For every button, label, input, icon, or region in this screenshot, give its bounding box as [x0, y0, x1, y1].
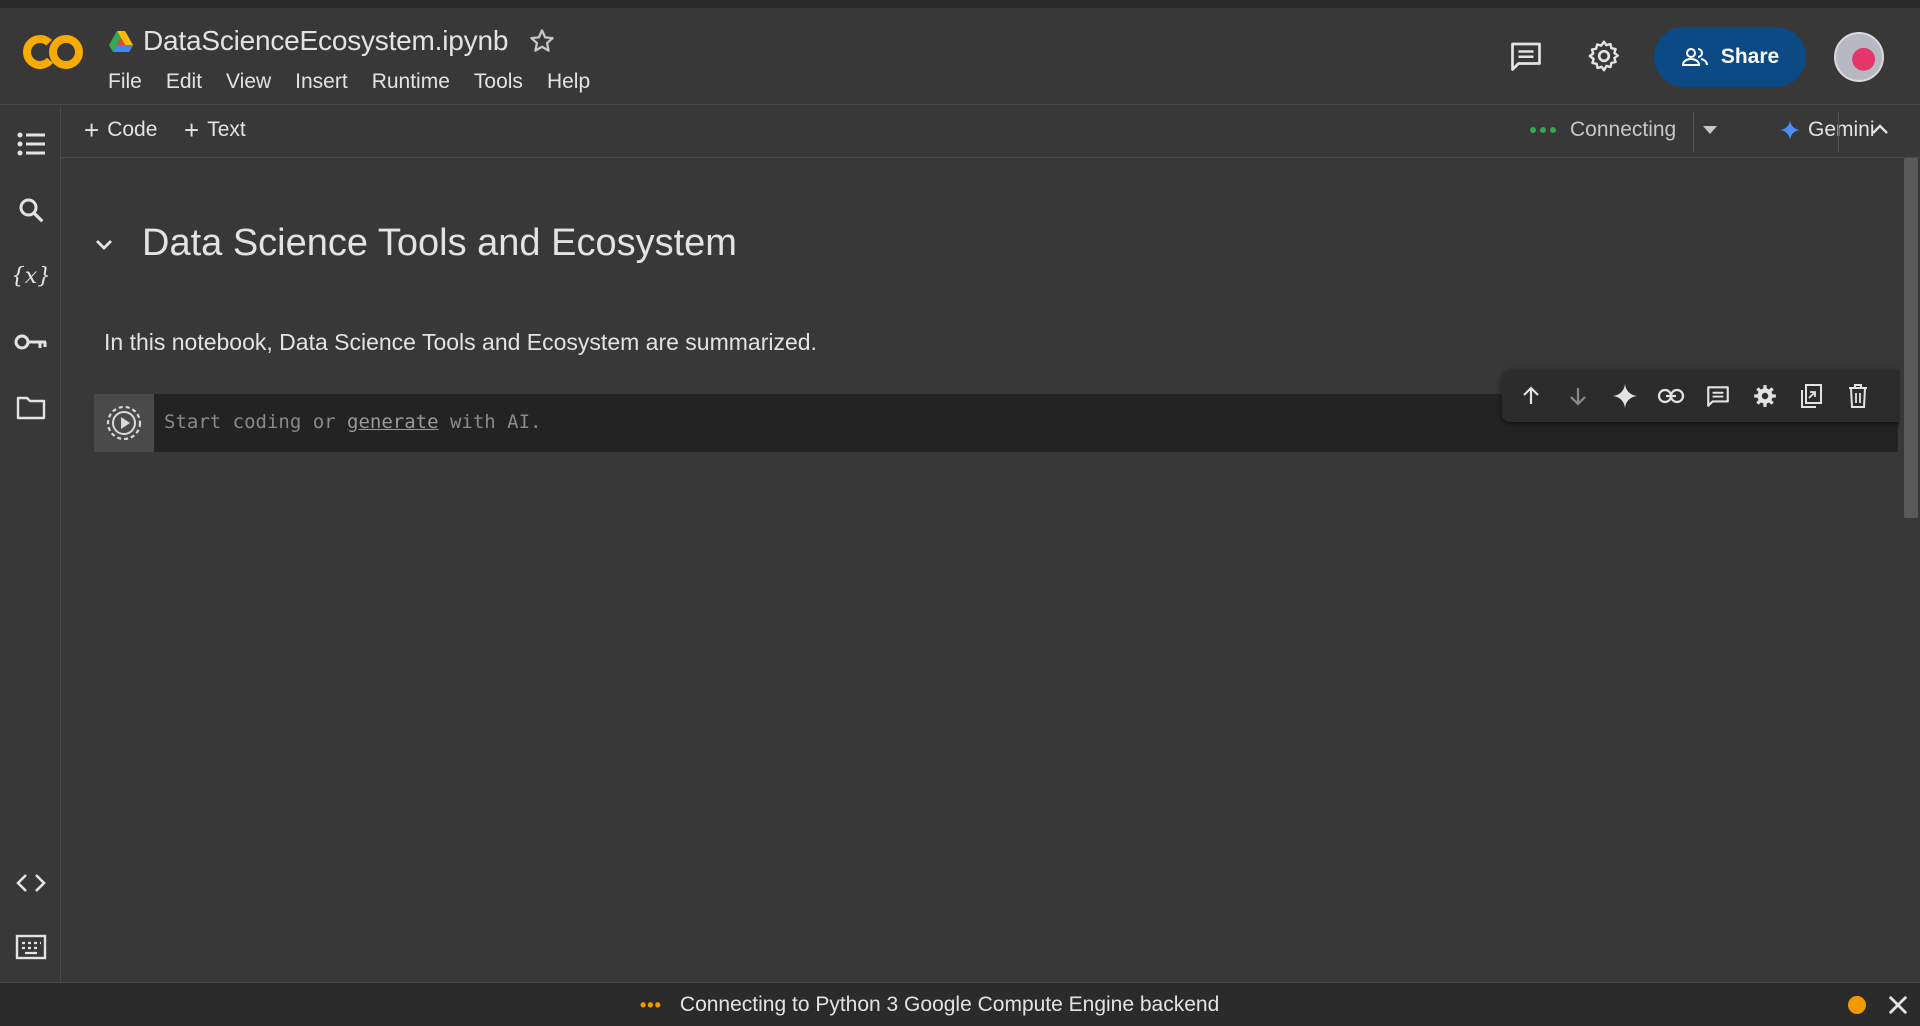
- status-message-row: ••• Connecting to Python 3 Google Comput…: [640, 993, 1219, 1017]
- share-label: Share: [1720, 45, 1780, 68]
- status-progress-dots: •••: [640, 994, 662, 1015]
- status-message: Connecting to Python 3 Google Compute En…: [679, 993, 1220, 1016]
- collapse-header-icon[interactable]: [1868, 118, 1892, 142]
- app-header: DataScienceEcosystem.ipynb File Edit Vie…: [0, 8, 1920, 105]
- connection-status: Connecting: [1570, 118, 1677, 141]
- settings-icon[interactable]: [1586, 38, 1622, 74]
- chevron-down-icon[interactable]: [92, 232, 116, 256]
- placeholder-suffix: with AI.: [438, 411, 542, 433]
- gemini-sparkle-icon[interactable]: [1610, 381, 1640, 411]
- menu-runtime[interactable]: Runtime: [360, 70, 462, 94]
- mirror-cell-icon[interactable]: [1796, 381, 1826, 411]
- code-snippets-icon[interactable]: [14, 866, 48, 900]
- add-code-button[interactable]: + Code: [84, 115, 158, 145]
- star-icon[interactable]: [527, 26, 557, 56]
- menu-tools[interactable]: Tools: [462, 70, 535, 94]
- user-avatar[interactable]: [1834, 32, 1884, 82]
- share-people-icon: [1681, 48, 1708, 66]
- files-folder-icon[interactable]: [14, 391, 48, 425]
- google-drive-icon[interactable]: [108, 30, 134, 54]
- toolbar-divider: [1838, 112, 1839, 152]
- play-icon: [106, 405, 142, 441]
- cell-toolbar: [1502, 370, 1920, 422]
- dropdown-arrow-icon[interactable]: [1702, 125, 1718, 135]
- gemini-sparkle-icon: [1780, 120, 1800, 140]
- move-down-icon[interactable]: [1563, 381, 1593, 411]
- search-icon[interactable]: [14, 193, 48, 227]
- notebook-title[interactable]: DataScienceEcosystem.ipynb: [143, 25, 508, 57]
- delete-icon[interactable]: [1843, 381, 1873, 411]
- menu-file[interactable]: File: [108, 70, 154, 94]
- plus-icon: +: [184, 115, 200, 145]
- menu-edit[interactable]: Edit: [154, 70, 214, 94]
- menu-view[interactable]: View: [214, 70, 283, 94]
- notebook-toolbar: + Code + Text Connecting Gemini: [60, 106, 1920, 158]
- settings-icon[interactable]: [1750, 381, 1780, 411]
- add-code-label: Code: [107, 118, 158, 141]
- section-heading-row: Data Science Tools and Ecosystem: [92, 222, 737, 265]
- generate-link[interactable]: generate: [347, 411, 439, 433]
- menu-help[interactable]: Help: [535, 70, 602, 94]
- close-icon[interactable]: [1884, 991, 1912, 1019]
- add-text-button[interactable]: + Text: [184, 115, 246, 145]
- share-button[interactable]: Share: [1654, 27, 1806, 87]
- menu-insert[interactable]: Insert: [283, 70, 360, 94]
- gemini-label: Gemini: [1808, 118, 1875, 141]
- placeholder-prefix: Start coding or: [164, 411, 348, 433]
- svg-text:{x}: {x}: [14, 264, 48, 289]
- run-cell-button[interactable]: [94, 394, 154, 452]
- command-palette-icon[interactable]: [14, 930, 48, 964]
- scrollbar-thumb[interactable]: [1904, 158, 1918, 518]
- table-of-contents-icon[interactable]: [14, 127, 48, 161]
- notebook-main: Data Science Tools and Ecosystem In this…: [62, 158, 1920, 982]
- status-bar: ••• Connecting to Python 3 Google Comput…: [0, 982, 1920, 1026]
- toolbar-divider: [1693, 112, 1694, 152]
- runtime-connect-button[interactable]: Connecting: [1530, 118, 1718, 142]
- variables-icon[interactable]: {x}: [14, 259, 48, 293]
- colab-logo[interactable]: [22, 32, 86, 72]
- code-input[interactable]: Start coding or generate with AI.: [164, 411, 542, 433]
- vertical-scrollbar[interactable]: [1900, 158, 1920, 982]
- markdown-paragraph: In this notebook, Data Science Tools and…: [104, 329, 817, 355]
- add-text-label: Text: [207, 118, 246, 141]
- plus-icon: +: [84, 115, 100, 145]
- move-up-icon[interactable]: [1516, 381, 1546, 411]
- gemini-button[interactable]: Gemini: [1780, 118, 1875, 142]
- comment-icon[interactable]: [1703, 381, 1733, 411]
- comment-icon[interactable]: [1508, 38, 1544, 74]
- left-sidebar: {x}: [0, 106, 61, 982]
- status-indicator-dot: [1848, 996, 1866, 1014]
- section-heading: Data Science Tools and Ecosystem: [142, 222, 737, 264]
- link-icon[interactable]: [1656, 381, 1686, 411]
- window-top-strip: [0, 0, 1920, 8]
- menu-bar: File Edit View Insert Runtime Tools Help: [108, 70, 602, 94]
- connecting-dots-icon: [1530, 127, 1556, 133]
- secrets-key-icon[interactable]: [14, 325, 48, 359]
